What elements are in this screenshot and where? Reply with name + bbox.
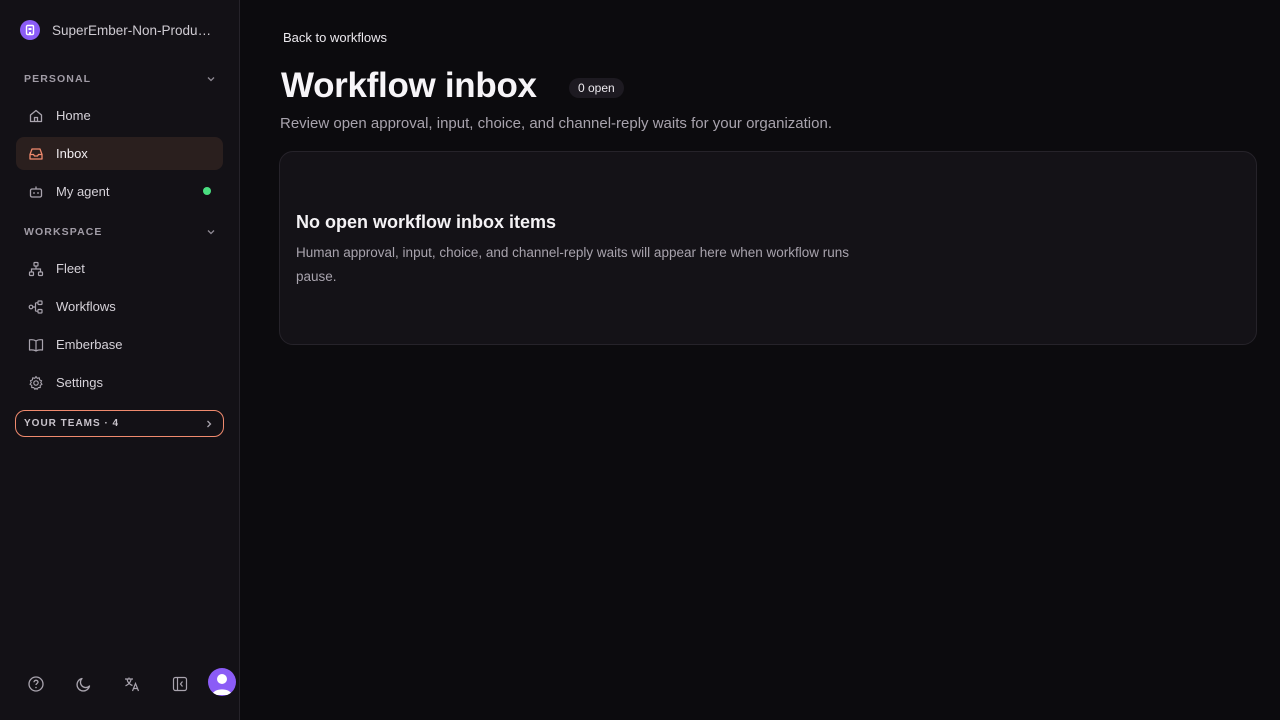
sidebar-item-my-agent[interactable]: My agent: [16, 175, 223, 208]
sidebar-item-home[interactable]: Home: [16, 99, 223, 132]
sidebar-collapse-icon[interactable]: [170, 674, 190, 694]
page-title: Workflow inbox: [281, 66, 537, 105]
sidebar-item-label: My agent: [56, 184, 110, 199]
page-subtitle: Review open approval, input, choice, and…: [280, 115, 832, 132]
sidebar-item-label: Settings: [56, 375, 103, 390]
personal-section-toggle[interactable]: PERSONAL: [24, 71, 216, 87]
sidebar-item-label: Workflows: [56, 299, 116, 314]
sidebar-item-label: Fleet: [56, 261, 85, 276]
sidebar: SuperEmber-Non-Production PERSONAL Home …: [0, 0, 240, 720]
empty-state-card: No open workflow inbox items Human appro…: [279, 151, 1257, 345]
translate-icon[interactable]: [122, 674, 142, 694]
chevron-down-icon: [207, 77, 215, 82]
open-count-badge: 0 open: [569, 78, 624, 98]
your-teams-button[interactable]: YOUR TEAMS · 4: [15, 410, 224, 437]
org-name: SuperEmber-Non-Production: [52, 22, 216, 38]
help-icon[interactable]: [26, 674, 46, 694]
chevron-right-icon: [207, 420, 212, 427]
empty-state-title: No open workflow inbox items: [296, 212, 557, 232]
sidebar-item-label: Inbox: [56, 146, 88, 161]
network-icon: [28, 261, 44, 277]
sidebar-item-fleet[interactable]: Fleet: [16, 252, 223, 285]
org-logo-icon: [20, 20, 40, 40]
empty-state-description: Human approval, input, choice, and chann…: [296, 245, 850, 284]
workflow-icon: [28, 299, 44, 315]
sidebar-item-emberbase[interactable]: Emberbase: [16, 328, 223, 361]
moon-icon[interactable]: [74, 674, 94, 694]
back-to-workflows-link[interactable]: Back to workflows: [283, 30, 387, 45]
sidebar-item-workflows[interactable]: Workflows: [16, 290, 223, 323]
bot-icon: [28, 184, 44, 200]
workspace-section-label: WORKSPACE: [24, 226, 103, 238]
agent-status-dot: [203, 187, 211, 195]
personal-section-label: PERSONAL: [24, 73, 92, 85]
gear-icon: [28, 375, 44, 391]
book-icon: [28, 337, 44, 353]
sidebar-item-label: Home: [56, 108, 91, 123]
your-teams-label: YOUR TEAMS · 4: [24, 418, 120, 429]
user-avatar[interactable]: [208, 668, 236, 696]
inbox-icon: [28, 146, 44, 162]
home-icon: [28, 108, 44, 124]
sidebar-item-inbox[interactable]: Inbox: [16, 137, 223, 170]
workspace-section-toggle[interactable]: WORKSPACE: [24, 224, 216, 240]
sidebar-item-settings[interactable]: Settings: [16, 366, 223, 399]
sidebar-item-label: Emberbase: [56, 337, 123, 352]
chevron-down-icon: [207, 230, 215, 235]
sidebar-footer: [0, 668, 240, 700]
org-switcher[interactable]: SuperEmber-Non-Production: [20, 19, 220, 41]
